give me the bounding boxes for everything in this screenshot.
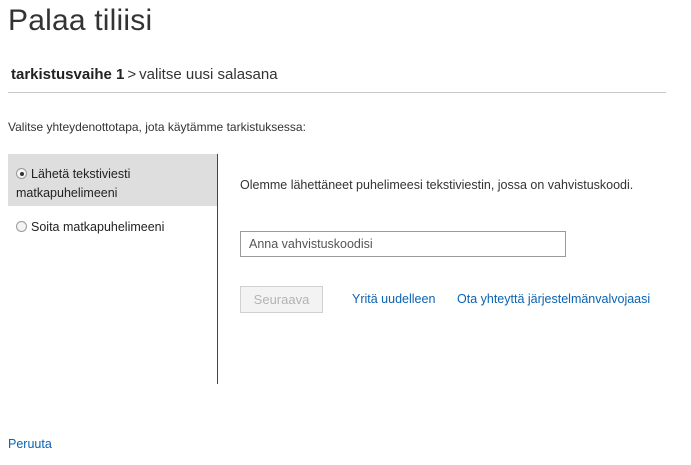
radio-selected-icon[interactable]	[16, 168, 27, 179]
method-text-message[interactable]: Lähetä tekstiviesti matkapuhelimeeni	[8, 154, 217, 206]
contact-method-prompt: Valitse yhteydenottotapa, jota käytämme …	[8, 120, 306, 134]
breadcrumb: tarkistusvaihe 1 > valitse uusi salasana	[11, 66, 278, 83]
contact-admin-link[interactable]: Ota yhteyttä järjestelmänvalvojaasi	[457, 292, 650, 306]
breadcrumb-separator: >	[127, 66, 137, 83]
breadcrumb-current: valitse uusi salasana	[139, 66, 278, 83]
radio-unselected-icon[interactable]	[16, 221, 27, 232]
next-button[interactable]: Seuraava	[240, 286, 323, 313]
method-phone-call[interactable]: Soita matkapuhelimeeni	[8, 206, 217, 243]
page-title: Palaa tiliisi	[8, 4, 153, 37]
verification-code-input[interactable]	[240, 231, 566, 257]
verification-message: Olemme lähettäneet puhelimeesi tekstivie…	[240, 178, 634, 192]
method-text-message-label-1: Lähetä tekstiviesti	[31, 167, 131, 181]
method-phone-call-label: Soita matkapuhelimeeni	[31, 220, 165, 234]
method-text-message-label-2: matkapuhelimeeni	[16, 186, 118, 200]
header-divider	[8, 92, 666, 93]
contact-method-list: Lähetä tekstiviesti matkapuhelimeeni Soi…	[8, 154, 218, 384]
retry-link[interactable]: Yritä uudelleen	[352, 292, 435, 306]
breadcrumb-step: tarkistusvaihe 1	[11, 66, 125, 83]
cancel-link[interactable]: Peruuta	[8, 437, 52, 451]
